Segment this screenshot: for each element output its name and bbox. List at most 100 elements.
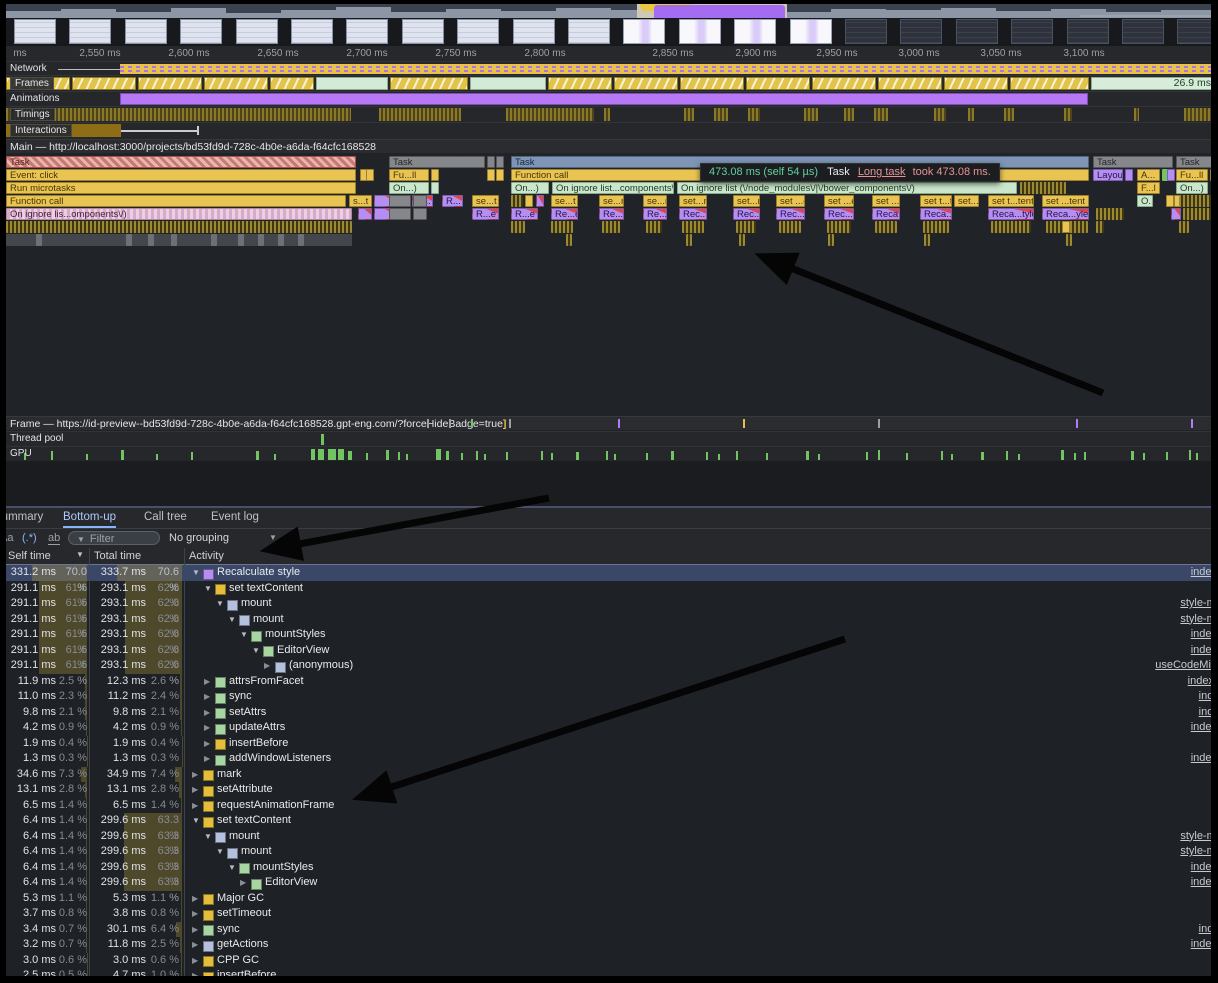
flame-block[interactable]	[566, 234, 572, 246]
filmstrip-screenshot[interactable]	[291, 19, 333, 44]
table-row[interactable]: 291.1 ms61.6 %293.1 ms62.0 %▼mountStyles…	[6, 627, 1218, 643]
flame-block[interactable]: Event: click	[6, 169, 356, 181]
tab-summary[interactable]: Summary	[0, 508, 43, 526]
partially-presented-frame[interactable]	[204, 77, 268, 90]
timing-mark[interactable]	[506, 108, 594, 121]
flame-block[interactable]: F...l	[1137, 182, 1160, 194]
collapse-icon[interactable]: ▼	[192, 813, 200, 829]
flame-block[interactable]	[431, 169, 439, 181]
flame-block[interactable]: Task	[389, 156, 485, 168]
flame-block[interactable]	[536, 195, 544, 207]
partially-presented-frame[interactable]	[270, 77, 314, 90]
timing-mark[interactable]	[6, 108, 351, 121]
filmstrip-screenshot[interactable]	[1067, 19, 1109, 44]
track-frames[interactable]: Frames 26.9 ms	[6, 75, 1212, 92]
flame-block[interactable]: On ignore lis...omponents\/)	[6, 208, 352, 220]
filmstrip[interactable]	[6, 18, 1212, 46]
activity-label[interactable]: addWindowListeners	[229, 751, 331, 767]
flame-block[interactable]: Re...le	[599, 208, 624, 220]
activity-label[interactable]: EditorView	[277, 643, 329, 659]
regex-icon[interactable]: (.*)	[22, 532, 37, 544]
activity-label[interactable]: sync	[217, 922, 240, 938]
flame-block[interactable]	[1171, 208, 1181, 220]
filmstrip-screenshot[interactable]	[956, 19, 998, 44]
flame-block[interactable]	[602, 221, 620, 233]
flame-block[interactable]: Reca...yle	[872, 208, 900, 220]
flame-block[interactable]: set...nt	[733, 195, 760, 207]
table-row[interactable]: 11.9 ms2.5 %12.3 ms2.6 %▶attrsFromFaceti…	[6, 674, 1218, 690]
activity-label[interactable]: Recalculate style	[217, 565, 300, 581]
partially-presented-frame[interactable]	[614, 77, 678, 90]
flame-block[interactable]	[171, 234, 177, 246]
flame-block[interactable]: se...nt	[599, 195, 624, 207]
source-link[interactable]: useCodeMirror	[1155, 658, 1218, 674]
flame-block[interactable]	[1183, 208, 1213, 220]
flame-block[interactable]	[431, 182, 439, 194]
activity-label[interactable]: Major GC	[217, 891, 264, 907]
table-row[interactable]: 13.1 ms2.8 %13.1 ms2.8 %▶setAttribute	[6, 782, 1218, 798]
flame-block[interactable]	[298, 234, 304, 246]
flame-block[interactable]: Reca...yle	[1042, 208, 1089, 220]
frame-duration-badge[interactable]: 26.9 ms	[1091, 77, 1212, 90]
flame-block[interactable]	[739, 234, 745, 246]
filmstrip-screenshot[interactable]	[1122, 19, 1164, 44]
flame-block[interactable]	[358, 208, 372, 220]
flame-block[interactable]: set ...tent	[1042, 195, 1089, 207]
flame-block[interactable]: Reca...yle	[920, 208, 952, 220]
track-thread-pool[interactable]: Thread pool	[6, 431, 1212, 447]
partially-presented-frame[interactable]	[944, 77, 1008, 90]
col-activity[interactable]: Activity	[189, 550, 224, 562]
table-row[interactable]: 34.6 ms7.3 %34.9 ms7.4 %▶mark	[6, 767, 1218, 783]
expand-icon[interactable]: ▶	[192, 891, 198, 907]
flame-block[interactable]: set ...tent	[872, 195, 900, 207]
frame-block[interactable]	[470, 77, 546, 90]
flame-block[interactable]	[389, 195, 411, 207]
flame-block[interactable]	[1125, 169, 1133, 181]
expand-icon[interactable]: ▶	[204, 720, 210, 736]
col-self-time[interactable]: Self time	[8, 550, 51, 562]
table-row[interactable]: 1.3 ms0.3 %1.3 ms0.3 %▶addWindowListener…	[6, 751, 1218, 767]
table-row[interactable]: 3.7 ms0.8 %3.8 ms0.8 %▶setTimeout	[6, 906, 1218, 922]
table-row[interactable]: 4.2 ms0.9 %4.2 ms0.9 %▶updateAttrsindex.…	[6, 720, 1218, 736]
activity-label[interactable]: requestAnimationFrame	[217, 798, 334, 814]
flame-block[interactable]: On...)	[1176, 182, 1208, 194]
collapse-icon[interactable]: ▼	[252, 643, 260, 659]
expand-icon[interactable]: ▶	[192, 798, 198, 814]
expand-icon[interactable]: ▶	[204, 674, 210, 690]
track-interactions[interactable]: Interactions	[6, 122, 1212, 139]
flame-block[interactable]: se...t	[472, 195, 499, 207]
table-row[interactable]: 291.1 ms61.6 %293.1 ms62.0 %▼set textCon…	[6, 581, 1218, 597]
collapse-icon[interactable]: ▼	[228, 612, 236, 628]
flame-block[interactable]	[1066, 234, 1072, 246]
partially-presented-frame[interactable]	[746, 77, 810, 90]
flame-block[interactable]: R...e	[472, 208, 499, 220]
partially-presented-frame[interactable]	[390, 77, 468, 90]
flame-block[interactable]: set t...tent	[988, 195, 1034, 207]
flame-block[interactable]: Rec...le	[733, 208, 760, 220]
flame-block[interactable]	[413, 195, 427, 207]
activity-label[interactable]: sync	[229, 689, 252, 705]
filmstrip-screenshot[interactable]	[679, 19, 721, 44]
filmstrip-screenshot[interactable]	[734, 19, 776, 44]
flame-block[interactable]	[828, 234, 834, 246]
table-row[interactable]: 291.1 ms61.6 %293.1 ms62.0 %▼EditorViewi…	[6, 643, 1218, 659]
flame-block[interactable]: On...)	[389, 182, 429, 194]
flame-block[interactable]	[779, 221, 801, 233]
flame-block[interactable]	[682, 221, 704, 233]
flame-block[interactable]	[924, 234, 930, 246]
minimap-selected-window[interactable]	[637, 4, 787, 18]
filmstrip-screenshot[interactable]	[900, 19, 942, 44]
flame-block[interactable]	[1096, 221, 1104, 233]
flame-block[interactable]	[1020, 182, 1066, 194]
flame-block[interactable]	[413, 208, 427, 220]
expand-icon[interactable]: ▶	[204, 736, 210, 752]
flame-block[interactable]: set...t	[954, 195, 979, 207]
table-row[interactable]: 11.0 ms2.3 %11.2 ms2.4 %▶syncindex.	[6, 689, 1218, 705]
match-whole-word-icon[interactable]: ab	[48, 532, 60, 545]
grouping-dropdown[interactable]: No grouping	[169, 532, 229, 544]
track-animations[interactable]: Animations	[6, 91, 1212, 107]
timing-mark[interactable]	[844, 108, 854, 121]
expand-icon[interactable]: ▶	[240, 875, 246, 891]
expand-icon[interactable]: ▶	[192, 906, 198, 922]
cpu-overview-strip[interactable]	[6, 4, 1212, 18]
